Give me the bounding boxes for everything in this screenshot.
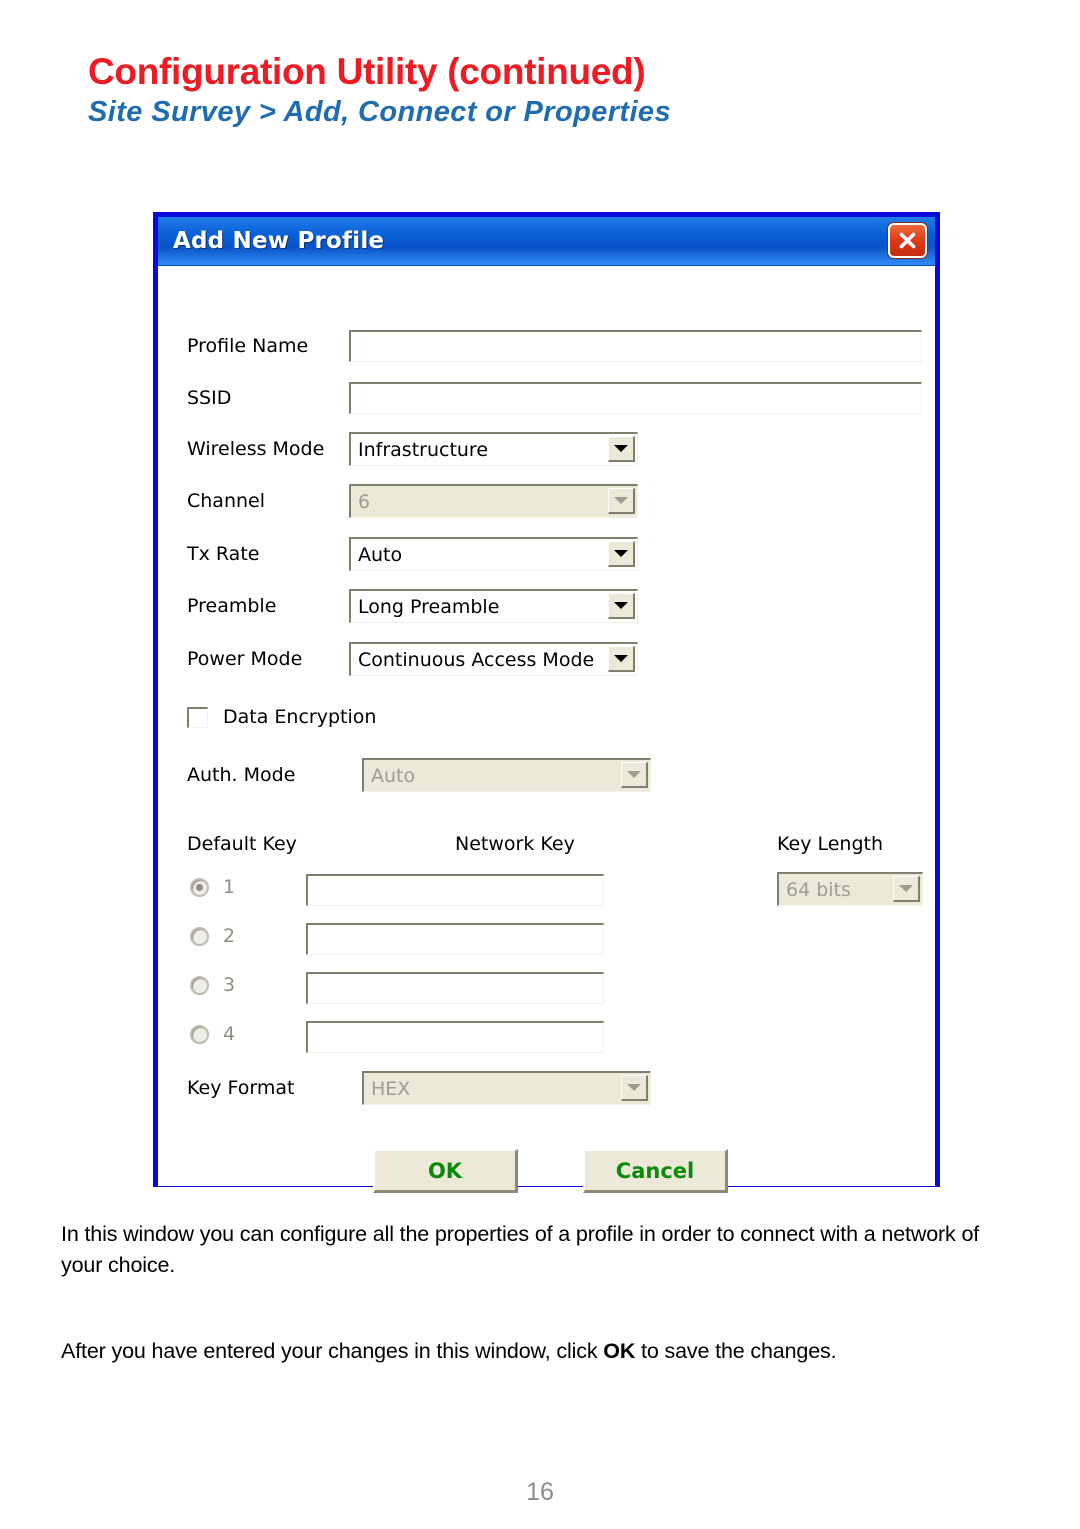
key-format-value: HEX: [371, 1077, 411, 1100]
channel-label: Channel: [187, 490, 266, 512]
data-encryption-label: Data Encryption: [223, 706, 377, 728]
dialog-titlebar: Add New Profile: [158, 217, 935, 266]
key-row-3: 3: [190, 974, 235, 996]
network-key-input-4[interactable]: [306, 1021, 604, 1053]
close-icon[interactable]: [888, 223, 927, 258]
page-subtitle: Site Survey > Add, Connect or Properties: [88, 96, 671, 129]
channel-value: 6: [358, 490, 371, 513]
description-paragraph-2: After you have entered your changes in t…: [61, 1336, 1023, 1367]
tx-rate-value: Auto: [358, 543, 403, 566]
chevron-down-icon: [621, 762, 648, 788]
field-row-power-mode: Power Mode Continuous Access Mode: [187, 642, 638, 676]
add-new-profile-dialog: Add New Profile Profile Name SSID Wirele…: [153, 212, 940, 1193]
tx-rate-label: Tx Rate: [187, 543, 260, 565]
preamble-label: Preamble: [187, 595, 277, 617]
key-format-label: Key Format: [187, 1077, 295, 1099]
tx-rate-combo[interactable]: Auto: [349, 537, 638, 571]
field-row-tx-rate: Tx Rate Auto: [187, 537, 638, 571]
cancel-button[interactable]: Cancel: [583, 1149, 728, 1193]
default-key-number-4: 4: [223, 1023, 236, 1045]
chevron-down-icon[interactable]: [608, 646, 635, 672]
page-header: Configuration Utility (continued) Site S…: [88, 52, 1008, 129]
auth-mode-value: Auto: [371, 764, 416, 787]
auth-mode-combo: Auto: [362, 758, 651, 792]
field-row-wireless-mode: Wireless Mode Infrastructure: [187, 432, 638, 466]
key-length-combo: 64 bits: [777, 872, 923, 906]
default-key-number-3: 3: [223, 974, 236, 996]
chevron-down-icon: [893, 876, 920, 902]
chevron-down-icon[interactable]: [608, 593, 635, 619]
ssid-input[interactable]: [349, 382, 922, 414]
default-key-radio-2[interactable]: [190, 926, 209, 946]
ssid-label: SSID: [187, 387, 232, 409]
key-format-combo: HEX: [362, 1071, 651, 1105]
default-key-number-1: 1: [223, 876, 236, 898]
key-row-4: 4: [190, 1023, 235, 1045]
default-key-radio-4[interactable]: [190, 1024, 209, 1044]
network-key-input-3[interactable]: [306, 972, 604, 1004]
wireless-mode-combo[interactable]: Infrastructure: [349, 432, 638, 466]
wireless-mode-label: Wireless Mode: [187, 438, 325, 460]
field-row-profile-name: Profile Name: [187, 330, 922, 362]
chevron-down-icon[interactable]: [608, 436, 635, 462]
preamble-value: Long Preamble: [358, 595, 500, 618]
dialog-title: Add New Profile: [173, 228, 385, 254]
default-key-heading: Default Key: [187, 833, 297, 855]
field-row-auth-mode: Auth. Mode Auto: [187, 758, 651, 792]
power-mode-combo[interactable]: Continuous Access Mode: [349, 642, 638, 676]
key-row-1: 1: [190, 876, 235, 898]
field-row-key-format: Key Format HEX: [187, 1071, 651, 1105]
key-row-2: 2: [190, 925, 235, 947]
network-key-input-2[interactable]: [306, 923, 604, 955]
paragraph2-text-after: to save the changes.: [635, 1339, 837, 1363]
auth-mode-label: Auth. Mode: [187, 764, 296, 786]
page-number: 16: [526, 1478, 554, 1506]
power-mode-value: Continuous Access Mode: [358, 648, 595, 671]
power-mode-label: Power Mode: [187, 648, 303, 670]
field-row-preamble: Preamble Long Preamble: [187, 589, 638, 623]
profile-name-label: Profile Name: [187, 335, 309, 357]
network-key-heading: Network Key: [455, 833, 575, 855]
network-key-input-1[interactable]: [306, 874, 604, 906]
chevron-down-icon[interactable]: [608, 541, 635, 567]
wireless-mode-value: Infrastructure: [358, 438, 489, 461]
chevron-down-icon: [608, 488, 635, 514]
field-row-data-encryption: Data Encryption: [187, 706, 376, 728]
chevron-down-icon: [621, 1075, 648, 1101]
field-row-channel: Channel 6: [187, 484, 638, 518]
description-paragraph-1: In this window you can configure all the…: [61, 1222, 980, 1277]
default-key-number-2: 2: [223, 925, 236, 947]
key-length-value: 64 bits: [786, 878, 851, 901]
data-encryption-checkbox[interactable]: [187, 706, 208, 728]
default-key-radio-1[interactable]: [190, 877, 209, 897]
field-row-ssid: SSID: [187, 382, 922, 414]
ok-button[interactable]: OK: [373, 1149, 518, 1193]
cancel-button-label: Cancel: [615, 1158, 695, 1183]
default-key-radio-3[interactable]: [190, 975, 209, 995]
paragraph2-ok-emphasis: OK: [603, 1339, 636, 1363]
channel-combo: 6: [349, 484, 638, 518]
preamble-combo[interactable]: Long Preamble: [349, 589, 638, 623]
ok-button-label: OK: [427, 1158, 463, 1183]
page-title: Configuration Utility (continued): [88, 51, 646, 92]
profile-name-input[interactable]: [349, 330, 922, 362]
key-length-heading: Key Length: [777, 833, 884, 855]
paragraph2-text-before: After you have entered your changes in t…: [61, 1339, 604, 1363]
dialog-body: Profile Name SSID Wireless Mode Infrastr…: [158, 266, 935, 1193]
